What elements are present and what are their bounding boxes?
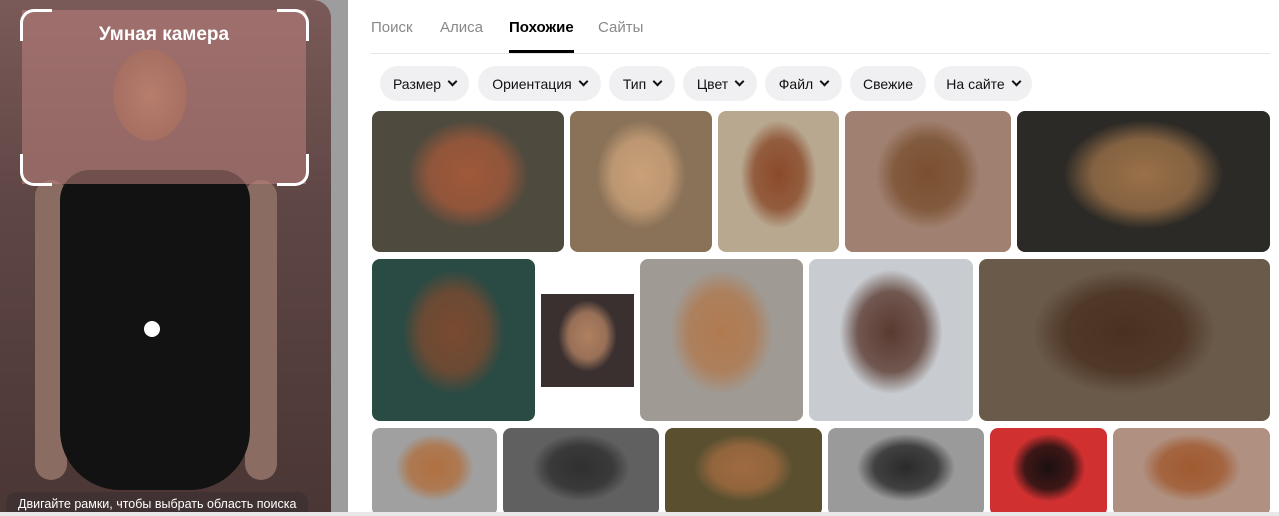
filter-5[interactable]: Свежие [850,66,926,101]
filter-label: Ориентация [492,75,572,92]
chevron-down-icon [819,76,830,87]
result-image[interactable] [570,111,712,252]
tab-similar[interactable]: Похожие [509,19,574,36]
result-image[interactable] [665,428,822,516]
object-point[interactable] [144,321,160,337]
chevron-down-icon [734,76,745,87]
result-image[interactable] [1017,111,1270,252]
chevron-down-icon [652,76,663,87]
result-image[interactable] [640,259,803,421]
filter-label: Размер [392,75,442,92]
active-tab-indicator [509,50,574,53]
filter-label: Тип [622,75,647,92]
crop-handle-bottom-right[interactable] [277,154,309,186]
result-image[interactable] [372,428,497,516]
filter-4[interactable]: Файл [765,66,842,101]
filter-label: На сайте [946,75,1005,92]
filter-label: Файл [778,75,814,92]
chevron-down-icon [1011,76,1022,87]
tab-search[interactable]: Поиск [371,19,413,36]
chevron-down-icon [578,76,589,87]
chevron-down-icon [447,76,458,87]
result-image[interactable] [718,111,839,252]
horizontal-scrollbar[interactable] [0,512,1279,516]
filter-label: Свежие [863,75,913,92]
smart-camera-title: Умная камера [98,24,230,45]
result-image[interactable] [372,259,535,421]
result-image[interactable] [372,111,564,252]
filter-0[interactable]: Размер [380,66,469,101]
result-image[interactable] [845,111,1011,252]
result-image[interactable] [503,428,659,516]
smart-camera-panel: Умная камера Двигайте рамки, чтобы выбра… [0,0,348,516]
filter-label: Цвет [696,75,729,92]
result-image[interactable] [828,428,984,516]
result-image[interactable] [979,259,1270,421]
result-image[interactable] [1113,428,1270,516]
filter-2[interactable]: Тип [609,66,675,101]
filter-3[interactable]: Цвет [683,66,757,101]
tab-alice[interactable]: Алиса [440,19,483,36]
crop-handle-bottom-left[interactable] [20,154,52,186]
result-image[interactable] [541,294,634,387]
result-image[interactable] [809,259,973,421]
tabs-divider [371,53,1270,54]
result-image[interactable] [990,428,1107,516]
filter-1[interactable]: Ориентация [478,66,601,101]
filter-6[interactable]: На сайте [934,66,1032,101]
tab-sites[interactable]: Сайты [598,19,643,36]
